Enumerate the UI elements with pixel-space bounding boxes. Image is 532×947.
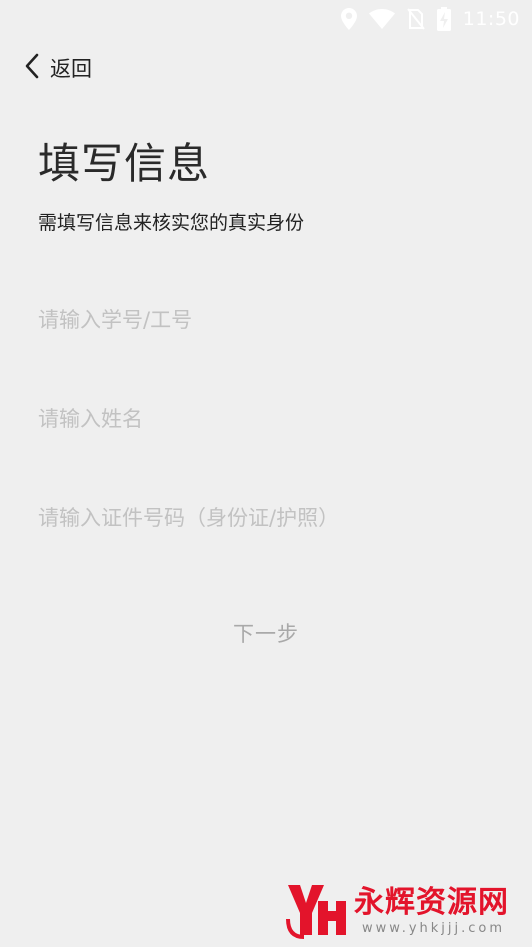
chevron-left-icon [24, 53, 40, 83]
back-button[interactable]: 返回 [24, 48, 92, 88]
page-title: 填写信息 [38, 139, 211, 188]
next-step-button[interactable]: 下一步 [166, 610, 366, 656]
watermark-url: www.yhkjjj.com [362, 920, 506, 936]
watermark: 永辉资源网 www.yhkjjj.com [284, 880, 520, 942]
watermark-logo-icon [284, 879, 348, 943]
no-sim-icon [406, 8, 425, 30]
id-number-field [38, 496, 494, 540]
status-time: 11:50 [462, 8, 520, 30]
page-subtitle: 需填写信息来核实您的真实身份 [38, 212, 305, 234]
name-field [38, 397, 494, 441]
watermark-brand: 永辉资源网 [354, 884, 509, 920]
status-bar: 11:50 [0, 0, 532, 38]
id-number-input[interactable] [38, 496, 494, 540]
student-id-field [38, 298, 494, 342]
student-id-input[interactable] [38, 298, 494, 342]
back-label: 返回 [50, 57, 92, 81]
wifi-icon [368, 9, 395, 29]
name-input[interactable] [38, 397, 494, 441]
battery-charging-icon [436, 7, 451, 31]
location-icon [340, 8, 357, 30]
